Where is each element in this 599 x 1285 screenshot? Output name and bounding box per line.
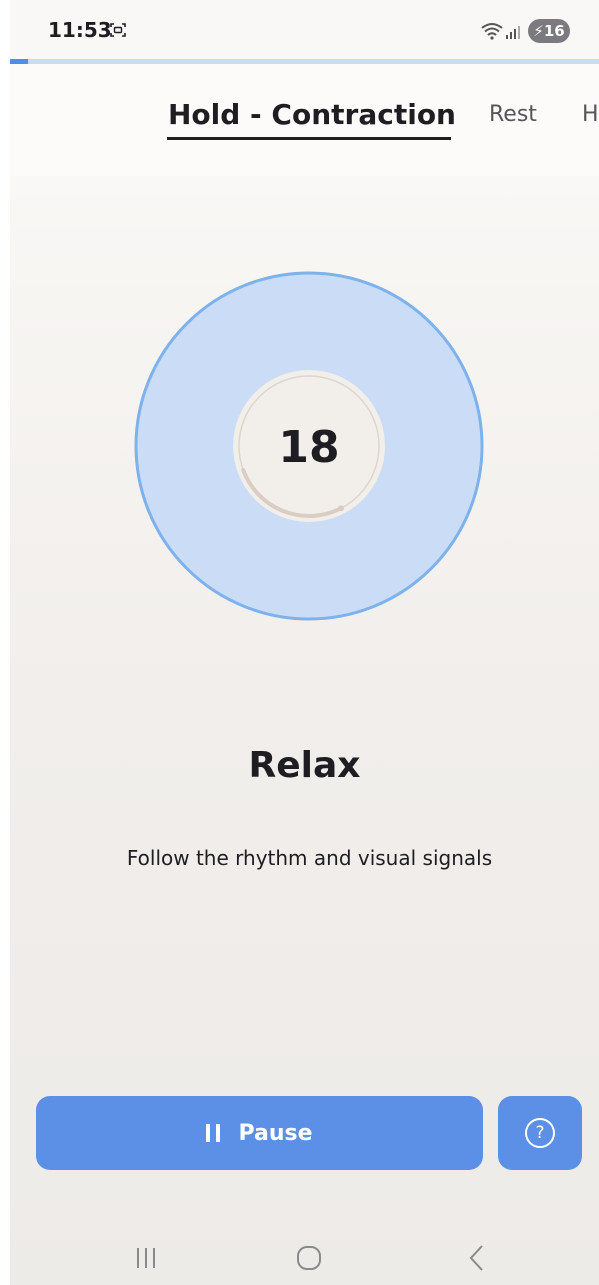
status-bar: 11:53 ⚡16 — [10, 0, 599, 58]
screenshot-icon — [110, 23, 126, 37]
back-icon[interactable] — [467, 1243, 487, 1273]
status-time: 11:53 — [48, 18, 112, 42]
battery-indicator: ⚡16 — [528, 19, 570, 43]
wifi-icon — [481, 23, 503, 40]
pause-label: Pause — [238, 1120, 313, 1146]
battery-charging-icon: ⚡ — [533, 22, 544, 40]
signal-icon — [506, 26, 520, 39]
home-icon[interactable] — [295, 1245, 323, 1271]
timer-arc-end — [337, 505, 344, 512]
help-icon: ? — [525, 1118, 555, 1148]
active-tab-indicator — [167, 137, 451, 140]
phase-tabs: Hold - Contraction Rest H — [10, 64, 599, 176]
breathing-circle: 18 — [134, 271, 484, 621]
recents-icon[interactable] — [132, 1247, 160, 1269]
phase-label: Relax — [248, 745, 361, 786]
help-button[interactable]: ? — [498, 1096, 582, 1170]
instruction-text: Follow the rhythm and visual signals — [126, 846, 493, 870]
tab-next[interactable]: H — [582, 102, 599, 127]
pause-button[interactable]: Pause — [36, 1096, 483, 1170]
system-nav-bar — [10, 1205, 599, 1285]
tab-hold-contraction[interactable]: Hold - Contraction — [168, 98, 456, 131]
battery-level: 16 — [543, 22, 565, 40]
tab-rest[interactable]: Rest — [489, 102, 537, 127]
app-screen: 11:53 ⚡16 Hold - Contraction Rest H 18 R… — [10, 0, 599, 1285]
timer-value: 18 — [278, 422, 339, 473]
pause-icon — [206, 1124, 221, 1142]
